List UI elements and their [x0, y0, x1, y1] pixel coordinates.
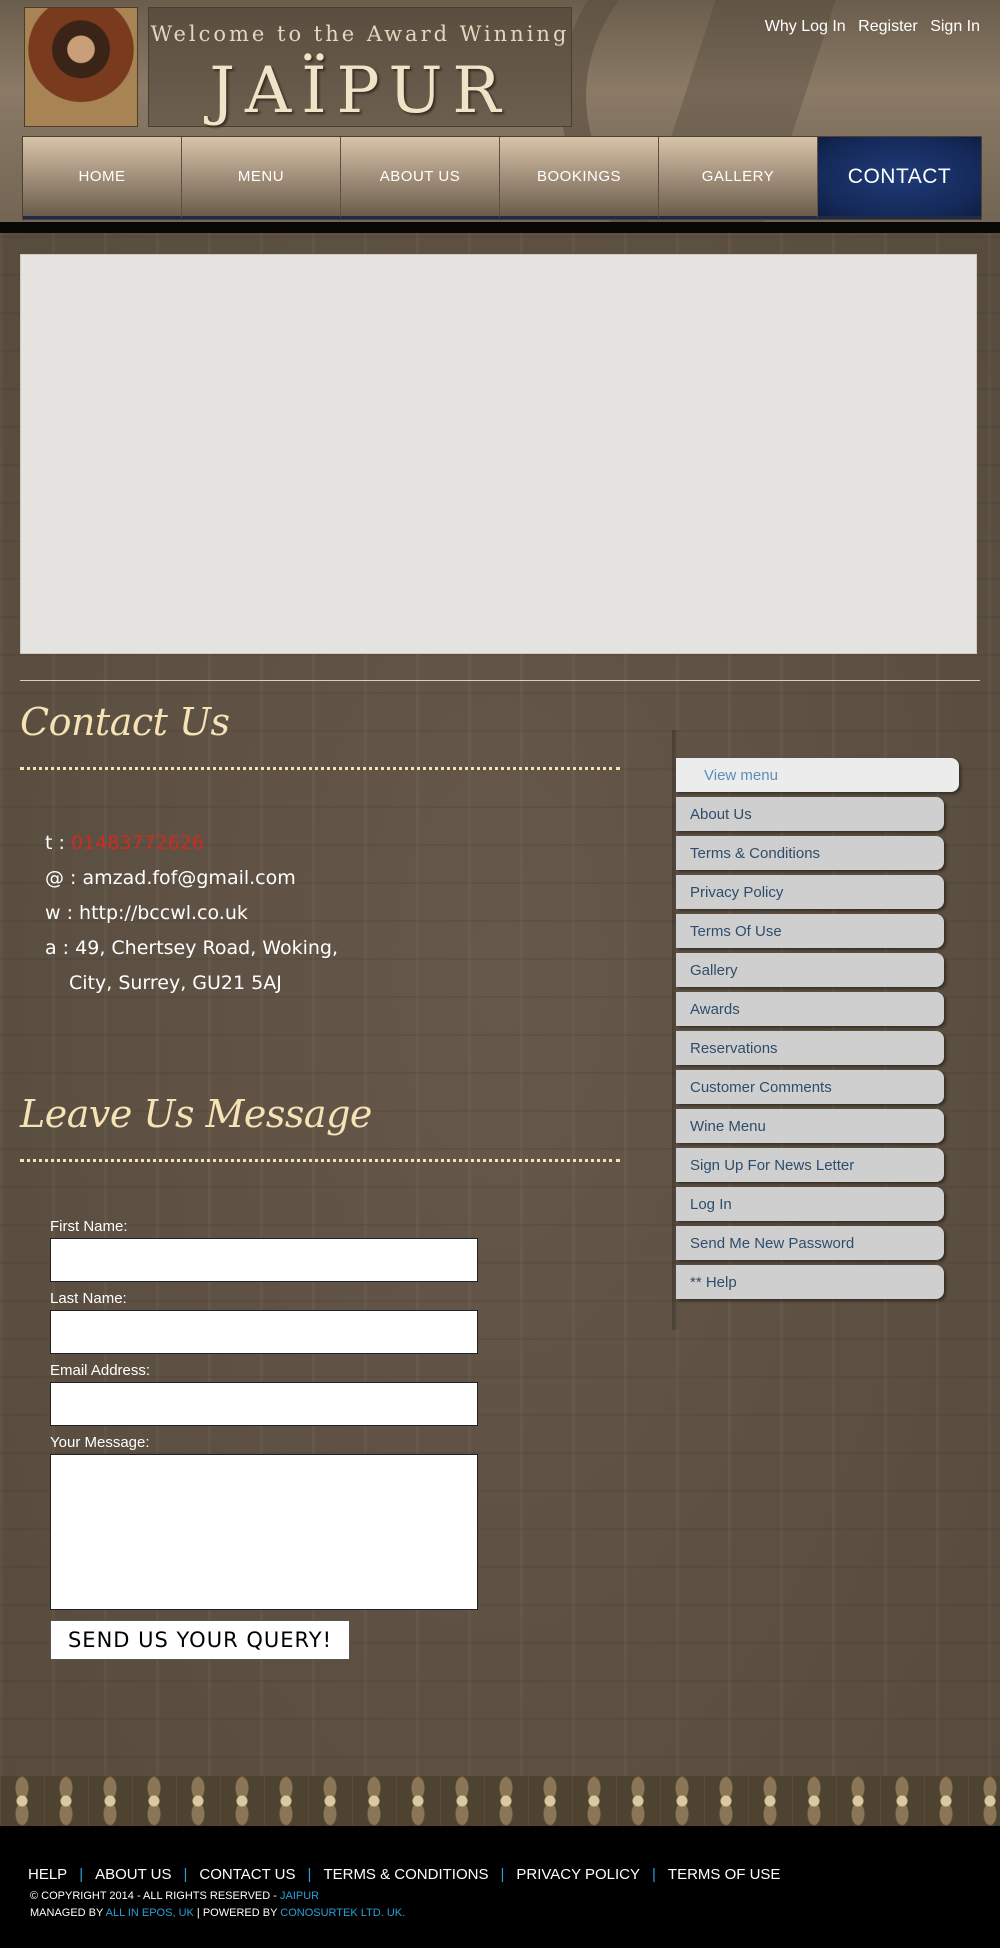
- sidebar-item-log-in[interactable]: Log In: [676, 1187, 944, 1221]
- footer-links: HELP | ABOUT US | CONTACT US | TERMS & CONDITI…: [28, 1866, 780, 1883]
- contact-dotted-divider: [20, 767, 620, 770]
- section-divider: [20, 680, 980, 681]
- site-footer: HELP | ABOUT US | CONTACT US | TERMS & CONDITI…: [0, 1826, 1000, 1948]
- sidebar-item-terms-conditions[interactable]: Terms & Conditions: [676, 836, 944, 870]
- web-row: w : http://bccwl.co.uk: [45, 896, 338, 931]
- phone-prefix: t :: [45, 832, 65, 854]
- email-label: Email Address:: [50, 1362, 151, 1379]
- sidebar-item-newsletter[interactable]: Sign Up For News Letter: [676, 1148, 944, 1182]
- footer-credits: MANAGED BY ALL IN EPOS, UK | POWERED BY …: [30, 1907, 405, 1919]
- message-textarea[interactable]: [50, 1454, 478, 1610]
- phone-row: t : 01483772626: [45, 826, 338, 861]
- powered-by-label: | POWERED BY: [196, 1907, 278, 1919]
- email-input[interactable]: [50, 1382, 478, 1426]
- sidebar-item-new-password[interactable]: Send Me New Password: [676, 1226, 944, 1260]
- nav-menu[interactable]: MENU: [182, 137, 341, 219]
- address-row: a : 49, Chertsey Road, Woking,: [45, 931, 338, 966]
- main-nav: HOME MENU ABOUT US BOOKINGS GALLERY CONT…: [22, 136, 982, 220]
- contact-us-heading: Contact Us: [20, 700, 230, 744]
- sidebar-item-customer-comments[interactable]: Customer Comments: [676, 1070, 944, 1104]
- nav-gallery[interactable]: GALLERY: [659, 137, 818, 219]
- web-prefix: w :: [45, 902, 73, 924]
- nav-about-us[interactable]: ABOUT US: [341, 137, 500, 219]
- sidebar-item-help[interactable]: ** Help: [676, 1265, 944, 1299]
- contact-details: t : 01483772626 @ : amzad.fof@gmail.com …: [45, 826, 338, 1001]
- message-form: First Name: Last Name: Email Address: Yo…: [50, 1216, 480, 1660]
- sidebar-menu: View menu About Us Terms & Conditions Pr…: [676, 758, 961, 1304]
- footer-pattern: [0, 1776, 1000, 1826]
- phone-number[interactable]: 01483772626: [71, 832, 204, 854]
- email-row: @ : amzad.fof@gmail.com: [45, 861, 338, 896]
- powered-by-link[interactable]: CONOSURTEK LTD. UK.: [280, 1907, 405, 1919]
- footer-separator: |: [500, 1866, 505, 1883]
- nav-contact[interactable]: CONTACT: [818, 137, 981, 219]
- sidebar-item-terms-of-use[interactable]: Terms Of Use: [676, 914, 944, 948]
- footer-copyright: © COPYRIGHT 2014 - ALL RIGHTS RESERVED -…: [30, 1890, 319, 1902]
- sign-in-link[interactable]: Sign In: [930, 18, 980, 35]
- footer-link-about-us[interactable]: ABOUT US: [95, 1866, 171, 1883]
- footer-separator: |: [652, 1866, 656, 1883]
- nav-bookings[interactable]: BOOKINGS: [500, 137, 659, 219]
- email-address[interactable]: amzad.fof@gmail.com: [83, 867, 296, 889]
- address-prefix: a :: [45, 937, 70, 959]
- footer-separator: |: [183, 1866, 188, 1883]
- first-name-input[interactable]: [50, 1238, 478, 1282]
- first-name-label: First Name:: [50, 1218, 128, 1235]
- address-line-2: City, Surrey, GU21 5AJ: [69, 972, 282, 994]
- message-dotted-divider: [20, 1159, 620, 1162]
- footer-link-terms-of-use[interactable]: TERMS OF USE: [668, 1866, 781, 1883]
- message-label: Your Message:: [50, 1434, 150, 1451]
- sidebar-item-wine-menu[interactable]: Wine Menu: [676, 1109, 944, 1143]
- sidebar-item-awards[interactable]: Awards: [676, 992, 944, 1026]
- banner-tagline: Welcome to the Award Winning: [150, 22, 570, 46]
- register-link[interactable]: Register: [858, 18, 918, 35]
- sidebar-item-about-us[interactable]: About Us: [676, 797, 944, 831]
- footer-link-contact-us[interactable]: CONTACT US: [199, 1866, 295, 1883]
- why-log-in-link[interactable]: Why Log In: [765, 18, 846, 35]
- nav-home[interactable]: HOME: [23, 137, 182, 219]
- footer-separator: |: [79, 1866, 84, 1883]
- website-link[interactable]: http://bccwl.co.uk: [79, 902, 248, 924]
- address-line-1: 49, Chertsey Road, Woking,: [75, 937, 339, 959]
- last-name-input[interactable]: [50, 1310, 478, 1354]
- header-divider-bar: [0, 222, 1000, 233]
- email-prefix: @ :: [45, 867, 77, 889]
- sidebar-item-gallery[interactable]: Gallery: [676, 953, 944, 987]
- send-query-button[interactable]: SEND US YOUR QUERY!: [50, 1620, 350, 1660]
- header-photo: [24, 7, 138, 127]
- managed-by-link[interactable]: ALL IN EPOS, UK: [106, 1907, 194, 1919]
- account-links: Why Log In Register Sign In: [757, 18, 980, 36]
- site-logo-banner[interactable]: Welcome to the Award Winning JAÏPUR: [148, 7, 572, 128]
- site-header: Welcome to the Award Winning JAÏPUR Why …: [0, 0, 1000, 224]
- leave-message-heading: Leave Us Message: [20, 1092, 372, 1136]
- managed-by-label: MANAGED BY: [30, 1907, 104, 1919]
- footer-link-help[interactable]: HELP: [28, 1866, 67, 1883]
- copyright-text: © COPYRIGHT 2014 - ALL RIGHTS RESERVED -: [30, 1890, 277, 1902]
- sidebar-item-reservations[interactable]: Reservations: [676, 1031, 944, 1065]
- sidebar-view-menu[interactable]: View menu: [676, 758, 959, 792]
- last-name-label: Last Name:: [50, 1290, 127, 1307]
- copyright-brand-link[interactable]: JAIPUR: [280, 1890, 319, 1902]
- footer-link-privacy-policy[interactable]: PRIVACY POLICY: [516, 1866, 640, 1883]
- location-map[interactable]: [20, 254, 977, 654]
- banner-name: JAÏPUR: [209, 54, 511, 128]
- sidebar-item-privacy-policy[interactable]: Privacy Policy: [676, 875, 944, 909]
- footer-link-terms-conditions[interactable]: TERMS & CONDITIONS: [323, 1866, 488, 1883]
- footer-separator: |: [307, 1866, 312, 1883]
